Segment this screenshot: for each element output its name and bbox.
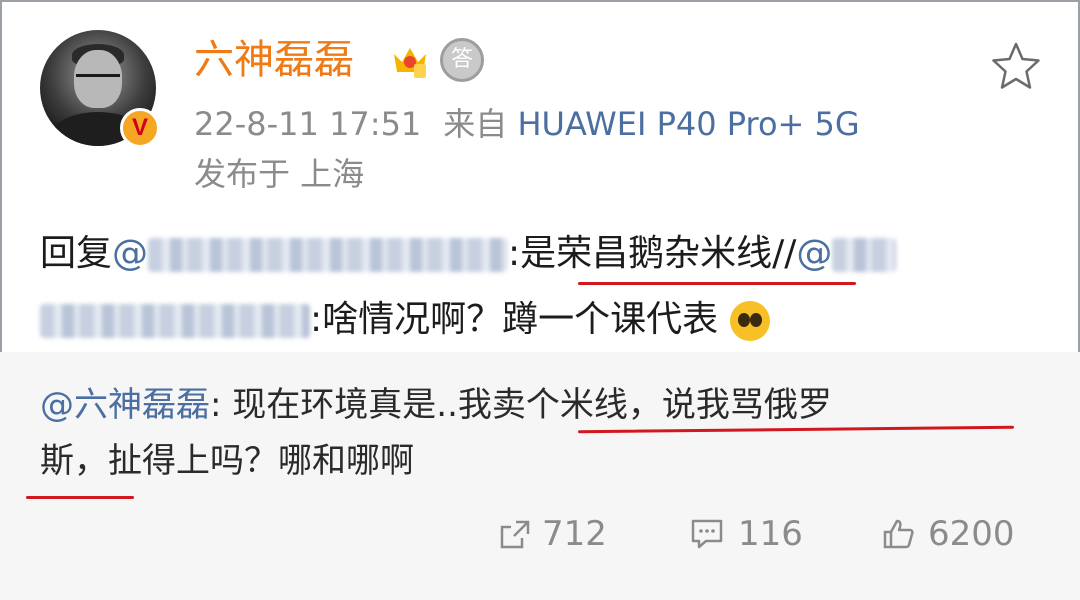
red-underline	[578, 282, 856, 285]
like-thumb-icon[interactable]	[882, 518, 916, 550]
quoted-text-1: : 现在环境真是..我卖个米线，说我骂俄罗	[210, 385, 832, 425]
share-count[interactable]: 712	[542, 512, 607, 556]
comment-icon[interactable]	[690, 518, 724, 550]
username[interactable]: 六神磊磊	[194, 34, 354, 86]
blurred-username	[148, 238, 509, 272]
reply-prefix: 回复	[40, 233, 113, 274]
quoted-mention[interactable]: @六神磊磊	[40, 385, 210, 425]
comment-count[interactable]: 116	[738, 512, 803, 556]
crown-icon	[394, 48, 426, 78]
pleading-face-icon	[729, 301, 770, 341]
source-prefix: 来自	[443, 105, 508, 143]
share-icon[interactable]	[498, 518, 532, 550]
reply-line-1: 回复@:是荣昌鹅杂米线//@	[40, 228, 897, 280]
like-count[interactable]: 6200	[928, 512, 1015, 556]
reply-text-1: :是荣昌鹅杂米线//	[508, 233, 797, 274]
reply-line-2: :啥情况啊？蹲一个课代表	[40, 294, 770, 346]
quoted-line-2: 斯，扯得上吗？哪和哪啊	[40, 441, 414, 481]
red-underline	[26, 496, 134, 499]
location: 发布于 上海	[194, 155, 365, 193]
blurred-username	[832, 238, 897, 272]
medal-icon: 答	[440, 38, 484, 82]
quoted-line-1: @六神磊磊: 现在环境真是..我卖个米线，说我骂俄罗	[40, 380, 832, 430]
mention-link-2[interactable]: @	[796, 233, 897, 274]
mention-link[interactable]: @	[112, 233, 509, 274]
device-link[interactable]: HUAWEI P40 Pro+ 5G	[517, 105, 859, 143]
favorite-star-icon[interactable]	[990, 40, 1042, 92]
blurred-username	[40, 304, 310, 338]
timestamp: 22-8-11 17:51	[194, 105, 422, 143]
verified-badge: V	[120, 108, 160, 148]
post-meta: 22-8-11 17:51 来自 HUAWEI P40 Pro+ 5G	[194, 102, 860, 146]
reply-text-2: :啥情况啊？蹲一个课代表	[310, 299, 719, 340]
